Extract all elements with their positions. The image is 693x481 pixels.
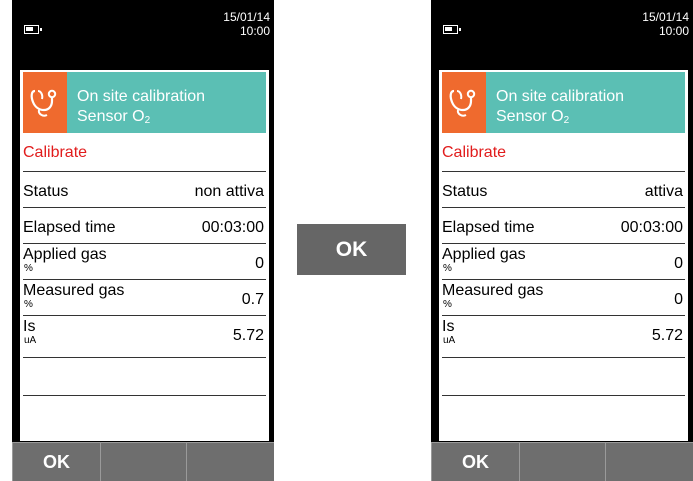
softkey-bar: OK [431, 441, 693, 481]
softkey-ok[interactable]: OK [431, 442, 519, 481]
header-title: On site calibration Sensor O2 [496, 88, 625, 126]
screen: On site calibration Sensor O2 Calibrate … [20, 70, 269, 441]
row-applied-gas: Applied gas % 0 [442, 243, 685, 279]
row-empty [23, 357, 266, 393]
date-text: 15/01/14 [223, 10, 270, 24]
row-elapsed-time: Elapsed time 00:03:00 [23, 207, 266, 243]
softkey-2[interactable] [100, 442, 186, 481]
device-after: 15/01/14 10:00 On site calibration Senso… [431, 0, 693, 481]
status-bar: 15/01/14 10:00 [431, 0, 693, 59]
softkey-bar: OK [12, 441, 274, 481]
time-text: 10:00 [239, 24, 270, 38]
row-empty [442, 395, 685, 431]
softkey-2[interactable] [519, 442, 605, 481]
datetime: 15/01/14 10:00 [223, 10, 270, 38]
softkey-3[interactable] [186, 442, 274, 481]
datetime: 15/01/14 10:00 [642, 10, 689, 38]
screen-header: On site calibration Sensor O2 [442, 72, 685, 133]
row-measured-gas: Measured gas % 0.7 [23, 279, 266, 315]
stethoscope-icon [23, 72, 67, 133]
header-title: On site calibration Sensor O2 [77, 88, 206, 126]
row-is: Is uA 5.72 [442, 315, 685, 351]
ok-button[interactable]: OK [297, 224, 406, 275]
row-elapsed-time: Elapsed time 00:03:00 [442, 207, 685, 243]
softkey-ok[interactable]: OK [12, 442, 100, 481]
time-text: 10:00 [658, 24, 689, 38]
row-status: Status non attiva [23, 171, 266, 207]
calibrate-menu-item[interactable]: Calibrate [442, 144, 506, 162]
screen: On site calibration Sensor O2 Calibrate … [439, 70, 688, 441]
softkey-3[interactable] [605, 442, 693, 481]
date-text: 15/01/14 [642, 10, 689, 24]
row-status: Status attiva [442, 171, 685, 207]
battery-icon [24, 25, 42, 34]
row-applied-gas: Applied gas % 0 [23, 243, 266, 279]
row-empty [23, 395, 266, 431]
calibrate-menu-item[interactable]: Calibrate [23, 144, 87, 162]
battery-icon [443, 25, 461, 34]
screen-header: On site calibration Sensor O2 [23, 72, 266, 133]
row-is: Is uA 5.72 [23, 315, 266, 351]
row-measured-gas: Measured gas % 0 [442, 279, 685, 315]
row-empty [442, 357, 685, 393]
stethoscope-icon [442, 72, 486, 133]
device-before: 15/01/14 10:00 On site calibration Senso… [12, 0, 274, 481]
status-bar: 15/01/14 10:00 [12, 0, 274, 59]
